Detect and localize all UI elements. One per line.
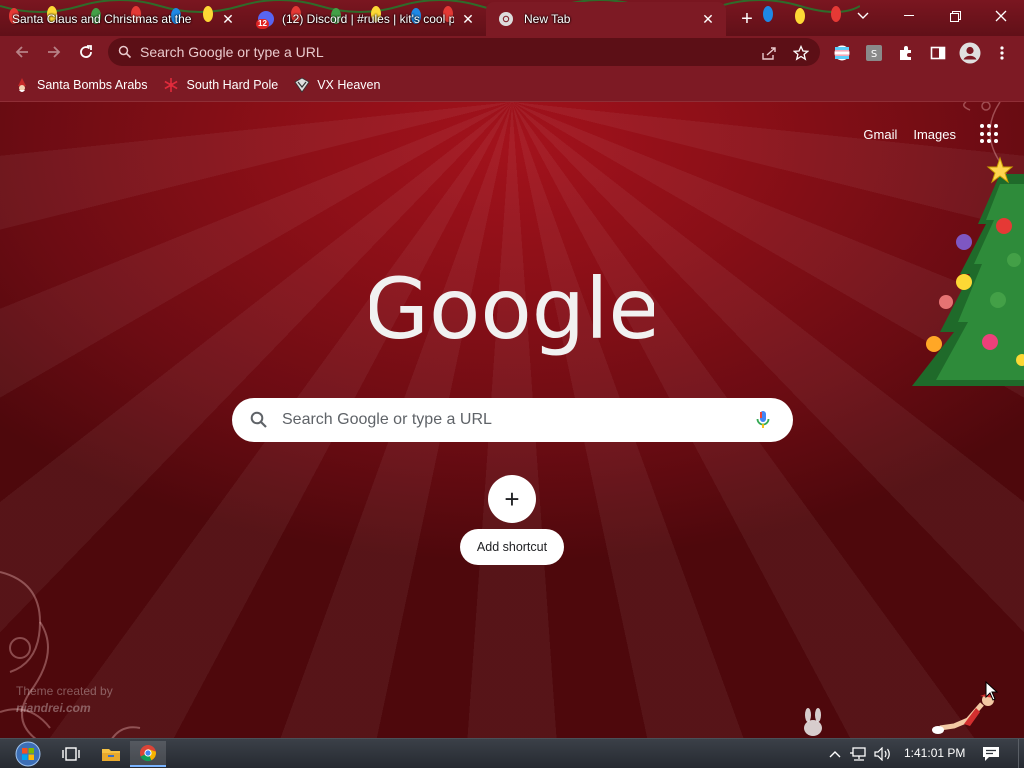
- bookmark-star-button[interactable]: [792, 44, 810, 62]
- theme-credit: Theme created by niandrei.com: [16, 683, 113, 717]
- back-button[interactable]: [10, 40, 34, 64]
- new-tab-page: Gmail Images Google Search Google or typ…: [0, 102, 1024, 738]
- images-link[interactable]: Images: [913, 127, 956, 142]
- profile-icon: [959, 42, 981, 64]
- tab-title: Santa Claus and Christmas at the: [12, 12, 192, 26]
- google-logo: Google: [370, 260, 654, 358]
- search-placeholder: Search Google or type a URL: [282, 411, 492, 428]
- tab-new-tab[interactable]: New Tab ✕: [486, 2, 726, 36]
- new-tab-button[interactable]: +: [736, 8, 758, 30]
- bunny-decoration: [804, 708, 822, 736]
- extensions-button[interactable]: [897, 44, 915, 62]
- toolbar: Search Google or type a URL S: [0, 36, 1024, 68]
- share-button[interactable]: [760, 44, 778, 62]
- snowflake-icon: [163, 77, 179, 93]
- chrome-icon: [499, 12, 513, 26]
- tab-title: New Tab: [524, 12, 571, 26]
- chrome-taskbar-button[interactable]: [130, 741, 166, 767]
- notification-badge: 12: [256, 19, 269, 29]
- tab-santa-claus[interactable]: Santa Claus and Christmas at the ✕: [0, 2, 246, 36]
- tab-title: (12) Discord | #rules | kit's cool p: [282, 12, 454, 26]
- svg-text:S: S: [871, 49, 877, 60]
- restore-button[interactable]: [932, 0, 978, 32]
- volume-icon: [874, 747, 890, 761]
- microphone-icon: [756, 411, 770, 428]
- tab-close-icon[interactable]: ✕: [700, 11, 716, 27]
- christmas-tree-decoration: [912, 156, 1024, 386]
- file-explorer-icon: [102, 749, 120, 761]
- address-bar[interactable]: Search Google or type a URL: [108, 38, 820, 66]
- chrome-menu-button[interactable]: [993, 44, 1011, 62]
- tab-close-icon[interactable]: ✕: [220, 11, 236, 27]
- notification-icon: [983, 747, 999, 761]
- star-icon: [793, 45, 809, 61]
- tab-strip: Santa Claus and Christmas at the ✕ 12 (1…: [0, 0, 1024, 36]
- profile-button[interactable]: [959, 42, 981, 64]
- bookmarks-bar: Santa Bombs Arabs South Hard Pole VX Hea…: [0, 68, 1024, 102]
- vx-icon: [294, 77, 310, 93]
- close-icon: [995, 10, 1007, 22]
- search-icon: [250, 411, 267, 428]
- start-button[interactable]: [8, 741, 48, 767]
- forward-button[interactable]: [42, 40, 66, 64]
- action-center-button[interactable]: [978, 741, 1004, 767]
- address-bar-placeholder: Search Google or type a URL: [140, 44, 324, 60]
- s-extension-icon: S: [866, 45, 882, 61]
- minimize-icon: [904, 15, 914, 16]
- tab-search-button[interactable]: [840, 0, 886, 32]
- bookmark-vx-heaven[interactable]: VX Heaven: [294, 77, 380, 93]
- ntp-search-box[interactable]: Search Google or type a URL: [232, 398, 793, 442]
- tab-discord[interactable]: 12 (12) Discord | #rules | kit's cool p …: [246, 2, 486, 36]
- ntp-top-links: Gmail Images: [863, 124, 1000, 144]
- tab-close-icon[interactable]: ✕: [460, 11, 476, 27]
- side-panel-icon: [930, 46, 946, 60]
- minimize-button[interactable]: [886, 0, 932, 32]
- reload-button[interactable]: [74, 40, 98, 64]
- back-icon: [15, 46, 28, 58]
- theme-credit-line: Theme created by: [16, 684, 113, 698]
- show-desktop-button[interactable]: [1018, 739, 1024, 768]
- plus-icon: +: [504, 484, 520, 514]
- add-shortcut-button[interactable]: +: [488, 475, 536, 523]
- extensions-icon: [900, 46, 911, 60]
- start-orb-icon: [15, 741, 41, 767]
- bookmark-label: South Hard Pole: [186, 77, 279, 92]
- share-icon: [762, 47, 776, 60]
- taskbar-clock[interactable]: 1:41:01 PM: [904, 746, 965, 760]
- chevron-up-icon: [829, 751, 841, 758]
- gmail-link[interactable]: Gmail: [863, 127, 897, 142]
- network-icon: [850, 747, 866, 761]
- reload-icon: [80, 45, 92, 58]
- taskbar: 1:41:01 PM: [0, 738, 1024, 768]
- bookmark-label: VX Heaven: [317, 77, 381, 92]
- close-window-button[interactable]: [978, 0, 1024, 32]
- search-icon: [118, 45, 132, 59]
- google-logo-text: Google: [370, 260, 654, 358]
- theme-credit-link[interactable]: niandrei.com: [16, 700, 113, 717]
- discord-icon: 12: [256, 11, 274, 29]
- bookmark-santa-bombs-arabs[interactable]: Santa Bombs Arabs: [14, 77, 147, 93]
- mouse-cursor-icon: [985, 681, 999, 701]
- extension-flag-button[interactable]: [833, 44, 851, 62]
- side-panel-button[interactable]: [929, 44, 947, 62]
- chevron-down-icon: [857, 12, 869, 19]
- extension-s-button[interactable]: S: [865, 44, 883, 62]
- forward-icon: [48, 46, 61, 58]
- file-explorer-button[interactable]: [94, 741, 128, 767]
- network-button[interactable]: [848, 741, 870, 767]
- chrome-icon: [140, 745, 157, 762]
- volume-button[interactable]: [872, 741, 894, 767]
- santa-icon: [14, 77, 30, 93]
- add-shortcut-label[interactable]: Add shortcut: [460, 529, 564, 565]
- show-hidden-icons-button[interactable]: [826, 741, 844, 767]
- bookmark-south-hard-pole[interactable]: South Hard Pole: [163, 77, 278, 93]
- google-apps-icon[interactable]: [980, 124, 1000, 144]
- restore-icon: [949, 10, 961, 22]
- task-view-button[interactable]: [56, 741, 86, 767]
- menu-icon: [1000, 46, 1004, 60]
- bookmark-label: Santa Bombs Arabs: [37, 77, 148, 92]
- trans-flag-icon: [834, 45, 850, 61]
- voice-search-button[interactable]: [751, 408, 775, 432]
- task-view-icon: [62, 747, 80, 761]
